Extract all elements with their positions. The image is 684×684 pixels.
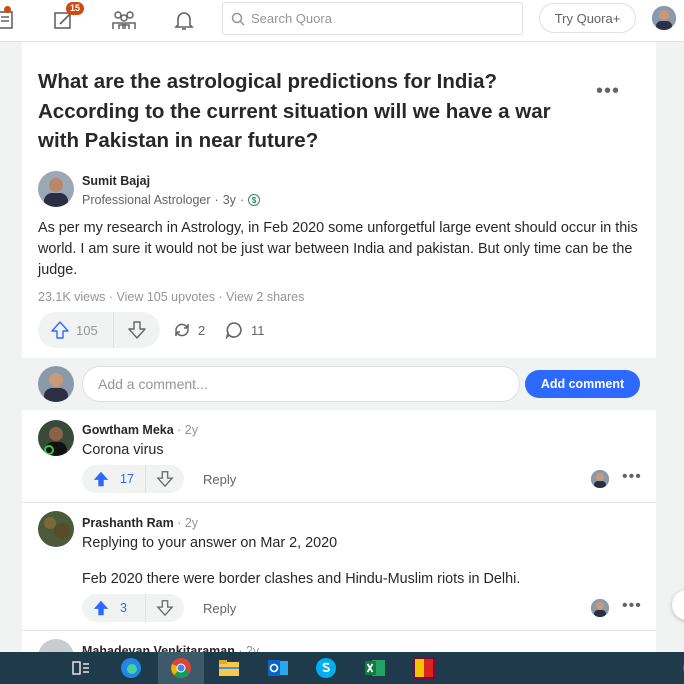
notification-dot xyxy=(4,6,11,13)
comment-upvote-count: 17 xyxy=(120,472,134,486)
reply-button[interactable]: Reply xyxy=(203,601,236,616)
answer-age: 3y xyxy=(222,193,236,207)
user-avatar xyxy=(38,366,74,402)
share-avatar-icon[interactable] xyxy=(591,599,609,617)
upvote-arrow-icon xyxy=(93,600,109,616)
excel-icon[interactable] xyxy=(362,656,388,680)
comment-upvote-count: 3 xyxy=(120,601,127,615)
downvote-arrow-icon xyxy=(156,471,174,488)
search-placeholder: Search Quora xyxy=(251,11,332,26)
comment-count: 11 xyxy=(251,322,265,338)
write-answer-icon[interactable]: 15 xyxy=(50,2,85,34)
share-avatar-icon[interactable] xyxy=(591,470,609,488)
comment-more-icon[interactable]: ••• xyxy=(622,468,642,486)
notification-badge: 15 xyxy=(66,2,85,15)
question-title[interactable]: What are the astrological predictions fo… xyxy=(38,67,578,156)
answer-text: As per my research in Astrology, in Feb … xyxy=(38,220,638,278)
comment-item: Prashanth Ram · 2y Replying to your answ… xyxy=(22,503,656,631)
comment-text: Corona virus xyxy=(82,442,164,458)
notifications-bell-icon[interactable] xyxy=(170,6,198,34)
comments-button[interactable]: 11 xyxy=(224,320,265,340)
comment-input[interactable]: Add a comment... xyxy=(82,366,520,402)
share-icon xyxy=(175,323,189,337)
share-button[interactable]: 2 xyxy=(172,320,205,340)
spaces-icon[interactable] xyxy=(110,6,138,34)
upvote-count: 105 xyxy=(76,322,98,338)
try-quora-plus-button[interactable]: Try Quora+ xyxy=(539,3,636,33)
profile-avatar[interactable] xyxy=(652,6,676,30)
commenter-name[interactable]: Gowtham Meka · 2y xyxy=(82,423,198,437)
upvote-arrow-icon xyxy=(51,321,69,339)
app-icon[interactable] xyxy=(411,656,437,680)
comment-item: Gowtham Meka · 2y Corona virus 17 Reply … xyxy=(22,410,656,503)
top-navigation: 15 Search Quora Try Quora+ xyxy=(0,0,684,42)
comment-downvote-button[interactable] xyxy=(146,599,184,617)
scroll-side-button[interactable] xyxy=(672,590,684,620)
downvote-button[interactable] xyxy=(114,320,160,340)
comment-downvote-button[interactable] xyxy=(146,470,184,488)
outlook-icon[interactable] xyxy=(265,656,291,680)
more-options-icon[interactable]: ••• xyxy=(596,80,620,103)
edge-icon[interactable] xyxy=(118,656,144,680)
downvote-arrow-icon xyxy=(156,600,174,617)
author-name[interactable]: Sumit Bajaj xyxy=(82,174,150,188)
commenter-name[interactable]: Prashanth Ram · 2y xyxy=(82,516,198,530)
comment-more-icon[interactable]: ••• xyxy=(622,597,642,615)
commenter-name[interactable]: Mahadevan Venkitaraman · 2y xyxy=(82,644,259,652)
author-avatar[interactable] xyxy=(38,171,74,207)
upvote-button[interactable]: 105 xyxy=(38,312,114,348)
author-credential: Professional Astrologer · 3y · $ xyxy=(82,193,261,207)
commenter-avatar[interactable] xyxy=(38,420,74,456)
comment-composer: Add a comment... Add comment xyxy=(22,358,656,410)
search-icon xyxy=(231,12,245,26)
skype-icon[interactable] xyxy=(313,656,339,680)
answer-card: What are the astrological predictions fo… xyxy=(22,42,656,652)
credential-text: Professional Astrologer xyxy=(82,193,211,207)
vote-controls: 105 xyxy=(38,312,160,348)
search-input[interactable]: Search Quora xyxy=(222,2,523,35)
comment-reply-context: Replying to your answer on Mar 2, 2020 xyxy=(82,535,338,551)
commenter-avatar[interactable] xyxy=(38,511,74,547)
comment-bubble-icon xyxy=(225,322,242,340)
comment-item: Mahadevan Venkitaraman · 2y xyxy=(22,631,656,652)
add-comment-button[interactable]: Add comment xyxy=(525,370,640,398)
chrome-icon[interactable] xyxy=(168,656,194,680)
comment-vote-controls: 3 xyxy=(82,594,184,622)
tray-icon[interactable] xyxy=(672,656,684,680)
file-explorer-icon[interactable] xyxy=(216,656,242,680)
task-view-icon[interactable] xyxy=(68,656,94,680)
comment-upvote-button[interactable]: 17 xyxy=(82,465,146,493)
windows-taskbar xyxy=(0,652,684,684)
comment-text: Feb 2020 there were border clashes and H… xyxy=(82,571,521,587)
answer-stats[interactable]: 23.1K views · View 105 upvotes · View 2 … xyxy=(38,290,304,304)
monetized-icon: $ xyxy=(248,194,261,206)
comment-vote-controls: 17 xyxy=(82,465,184,493)
upvote-arrow-icon xyxy=(93,471,109,487)
commenter-avatar[interactable] xyxy=(38,639,74,652)
home-icon[interactable] xyxy=(0,6,20,34)
reply-button[interactable]: Reply xyxy=(203,472,236,487)
downvote-arrow-icon xyxy=(128,321,146,339)
share-count: 2 xyxy=(198,322,206,338)
comment-upvote-button[interactable]: 3 xyxy=(82,594,146,622)
